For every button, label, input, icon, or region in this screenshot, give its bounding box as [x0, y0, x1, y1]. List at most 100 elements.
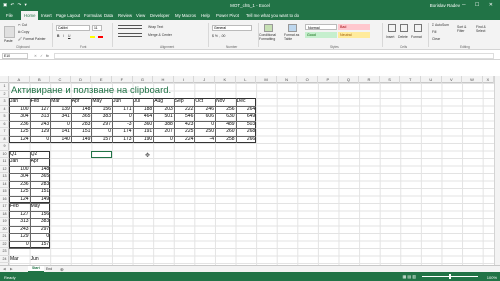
col-header[interactable]: Q [339, 76, 360, 83]
row-header[interactable]: 6 [0, 121, 9, 128]
col-header[interactable]: N [277, 76, 298, 83]
conditional-formatting-button[interactable]: Conditional Formatting [259, 33, 281, 41]
col-header[interactable]: F [112, 76, 133, 83]
delete-cells-icon[interactable] [400, 24, 408, 32]
group3-header[interactable]: Mar [10, 256, 29, 264]
col-header[interactable]: G [133, 76, 154, 83]
find-select-button[interactable]: Find & Select [476, 25, 494, 33]
window-controls[interactable]: ─ ☐ ✕ [462, 2, 497, 8]
group3-header[interactable]: Jun [31, 256, 50, 264]
vertical-scrollbar[interactable] [494, 76, 500, 265]
cut-button[interactable]: ✂ Cut [18, 23, 27, 27]
col-header[interactable]: J [194, 76, 215, 83]
col-header[interactable]: W [462, 76, 483, 83]
col-header[interactable]: T [400, 76, 421, 83]
col-header[interactable]: M [256, 76, 277, 83]
row-header[interactable]: 21 [0, 233, 9, 241]
copy-button[interactable]: ⧉ Copy [18, 30, 29, 34]
row-header[interactable]: 10 [0, 151, 9, 158]
col-header[interactable]: B [30, 76, 51, 83]
tell-me-search[interactable]: Tell me what you want to do [246, 13, 299, 18]
row-header[interactable]: 23 [0, 248, 9, 256]
selected-cell[interactable] [91, 150, 112, 158]
col-header[interactable]: D [71, 76, 92, 83]
sheet-title[interactable]: Активиране и ползване на clipboard. [11, 83, 171, 98]
highlight-color-icon[interactable] [90, 34, 95, 38]
row-header[interactable]: 7 [0, 128, 9, 136]
number-format-buttons[interactable]: $ % , .00 [212, 34, 225, 38]
row-header[interactable]: 5 [0, 113, 9, 121]
merge-center-button[interactable]: Merge & Center [148, 33, 172, 37]
font-color-icon[interactable] [98, 34, 103, 38]
row-header[interactable]: 2 [0, 91, 9, 98]
row-header[interactable]: 17 [0, 203, 9, 211]
row-header[interactable]: 20 [0, 226, 9, 233]
row-header[interactable]: 22 [0, 241, 9, 248]
row-header[interactable]: 9 [0, 143, 9, 151]
col-header[interactable]: X [483, 76, 494, 83]
col-header[interactable]: U [421, 76, 442, 83]
tab-review[interactable]: Review [118, 13, 132, 18]
style-bad[interactable]: Bad [338, 24, 370, 30]
worksheet-grid[interactable]: Активиране и ползване на clipboard. Jan F… [9, 83, 494, 265]
tab-insert[interactable]: Insert [41, 13, 52, 18]
fill-button[interactable]: Fill [432, 30, 436, 34]
col-header[interactable]: V [442, 76, 463, 83]
col-header[interactable]: L [236, 76, 257, 83]
select-all-corner[interactable] [0, 76, 9, 83]
row-header[interactable]: 12 [0, 166, 9, 173]
name-box[interactable]: E10 [2, 53, 28, 59]
row-header[interactable]: 24 [0, 256, 9, 263]
format-cells-button[interactable]: Format [411, 35, 422, 39]
style-normal[interactable]: Normal [305, 24, 337, 30]
col-header[interactable]: H [153, 76, 174, 83]
format-painter-button[interactable]: 🖌 Format Painter [18, 37, 46, 41]
col-header[interactable]: O [297, 76, 318, 83]
wrap-text-button[interactable]: Wrap Text [148, 25, 163, 29]
zoom-slider-thumb[interactable] [449, 274, 451, 279]
row-header[interactable]: 1 [0, 83, 9, 91]
col-header[interactable]: E [91, 76, 112, 83]
col-header[interactable]: C [50, 76, 71, 83]
user-name[interactable]: Borislav Radev [430, 3, 460, 8]
insert-cells-button[interactable]: Insert [386, 35, 394, 39]
number-format-select[interactable]: General [212, 25, 252, 31]
insert-function-button[interactable]: fx [46, 54, 49, 58]
autosum-button[interactable]: Σ AutoSum [432, 23, 449, 27]
tab-scroll-left-icon[interactable]: ◀ [3, 267, 6, 271]
paste-button[interactable]: Paste [4, 39, 13, 43]
tab-page-layout[interactable]: Page Layout [56, 13, 80, 18]
format-as-table-button[interactable]: Format as Table [284, 33, 302, 41]
tab-developer[interactable]: Developer [150, 13, 170, 18]
tab-help[interactable]: Help [201, 13, 210, 18]
col-header[interactable]: I [174, 76, 195, 83]
clear-button[interactable]: Clear [432, 37, 440, 41]
insert-cells-icon[interactable] [388, 24, 396, 32]
underline-button[interactable]: U [68, 34, 70, 38]
tab-file[interactable]: File [6, 13, 13, 18]
cancel-icon[interactable]: ✕ [34, 54, 37, 58]
italic-button[interactable]: I [63, 34, 64, 38]
col-header[interactable]: K [215, 76, 236, 83]
sheet-tab-end[interactable]: End [46, 267, 52, 271]
format-cells-icon[interactable] [414, 24, 422, 32]
style-neutral[interactable]: Neutral [338, 32, 370, 38]
font-name-select[interactable]: Calibri [56, 25, 90, 31]
font-size-select[interactable]: 11 [92, 25, 102, 31]
enter-icon[interactable]: ✓ [40, 54, 43, 58]
paste-icon[interactable] [4, 26, 15, 38]
tab-my-macros[interactable]: My Macros [175, 13, 196, 18]
tab-view[interactable]: View [136, 13, 145, 18]
tab-power-pivot[interactable]: Power Pivot [216, 13, 239, 18]
align-left-icon[interactable] [118, 33, 142, 37]
row-header[interactable]: 19 [0, 218, 9, 226]
bold-button[interactable]: B [57, 34, 59, 38]
row-header[interactable]: 11 [0, 158, 9, 166]
row-header[interactable]: 4 [0, 106, 9, 113]
col-header[interactable]: P [318, 76, 339, 83]
col-header[interactable]: R [359, 76, 380, 83]
format-as-table-icon[interactable] [288, 24, 297, 32]
align-top-icon[interactable] [118, 25, 142, 29]
conditional-formatting-icon[interactable] [264, 24, 273, 32]
row-header[interactable]: 15 [0, 188, 9, 196]
